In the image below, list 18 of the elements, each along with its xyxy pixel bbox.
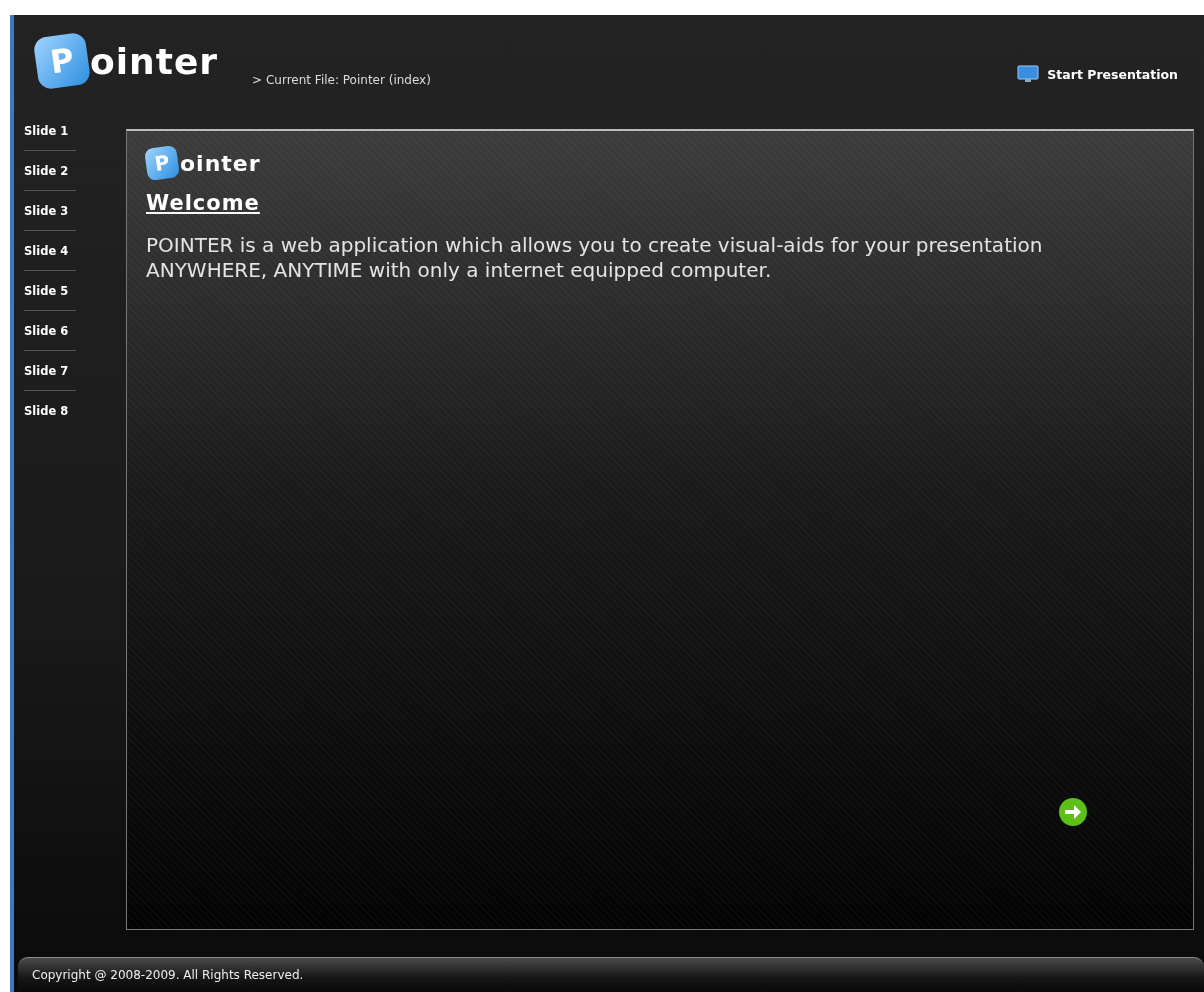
slide-link[interactable]: Slide 5 xyxy=(24,281,76,301)
slide-link[interactable]: Slide 4 xyxy=(24,241,76,261)
breadcrumb: > Current File: Pointer (index) xyxy=(252,73,431,87)
slide-link[interactable]: Slide 2 xyxy=(24,161,76,181)
slide-heading: Welcome xyxy=(146,191,260,215)
slide-link[interactable]: Slide 8 xyxy=(24,401,76,421)
slide-link[interactable]: Slide 1 xyxy=(24,121,76,141)
logo-text: ointer xyxy=(180,150,261,176)
slide-text: POINTER is a web application which allows you to create visual-aids for your presentation ANYWHERE, ANYTIME with only a internet equipped computer. xyxy=(146,233,1044,283)
copyright-text: Copyright @ 2008-2009. All Rights Reserved. xyxy=(32,968,304,982)
slide-link[interactable]: Slide 7 xyxy=(24,361,76,381)
logo-text: ointer xyxy=(90,40,219,82)
start-presentation-button[interactable]: Start Presentation xyxy=(1017,65,1178,83)
logo-badge: P xyxy=(143,144,181,182)
slide-link[interactable]: Slide 6 xyxy=(24,321,76,341)
logo-badge: P xyxy=(32,31,92,91)
monitor-icon xyxy=(1017,65,1040,83)
slide-link[interactable]: Slide 3 xyxy=(24,201,76,221)
